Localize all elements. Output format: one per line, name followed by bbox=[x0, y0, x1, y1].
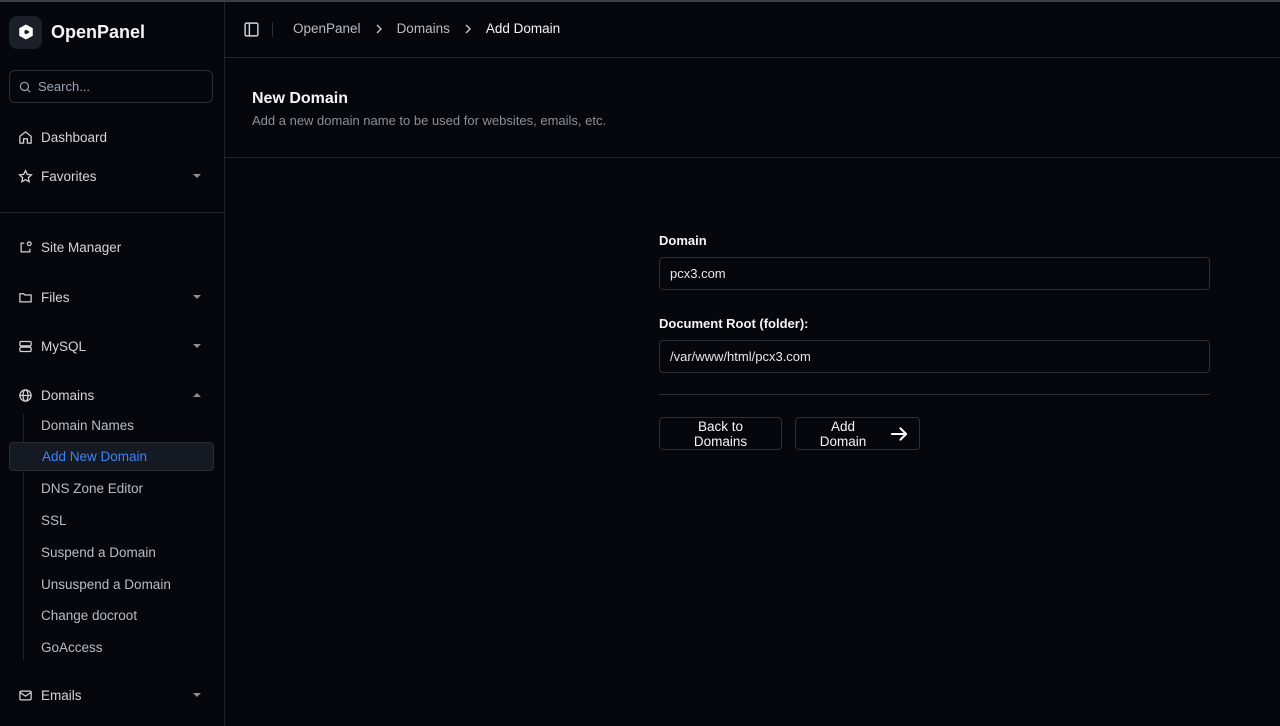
page-header: New Domain Add a new domain name to be u… bbox=[225, 58, 1280, 158]
sidebar-item-emails[interactable]: Emails bbox=[9, 680, 213, 710]
sidebar-subitem-suspend-domain[interactable]: Suspend a Domain bbox=[9, 538, 214, 567]
sidebar-item-label: Dashboard bbox=[41, 129, 108, 145]
sidebar-item-label: Site Manager bbox=[41, 239, 122, 255]
breadcrumb-openpanel[interactable]: OpenPanel bbox=[293, 21, 361, 36]
breadcrumb-domains[interactable]: Domains bbox=[397, 21, 450, 36]
caret-down-icon bbox=[193, 295, 201, 299]
sidebar-item-domains[interactable]: Domains bbox=[9, 380, 213, 410]
page-subtitle: Add a new domain name to be used for web… bbox=[252, 113, 607, 128]
domain-input[interactable] bbox=[670, 266, 1190, 281]
caret-down-icon bbox=[193, 693, 201, 697]
sidebar-subitem-add-new-domain[interactable]: Add New Domain bbox=[9, 442, 214, 471]
mail-icon bbox=[17, 687, 33, 703]
sidebar-item-label: Domains bbox=[41, 387, 95, 403]
sidebar-item-site-manager[interactable]: Site Manager bbox=[9, 232, 213, 262]
sidebar-item-dashboard[interactable]: Dashboard bbox=[9, 122, 213, 152]
sidebar-item-label: Emails bbox=[41, 687, 82, 703]
arrow-right-icon bbox=[890, 426, 908, 441]
search-box[interactable] bbox=[9, 70, 213, 103]
domain-label: Domain bbox=[659, 233, 707, 248]
back-to-domains-label: Back to Domains bbox=[693, 418, 748, 449]
domain-field[interactable] bbox=[659, 257, 1210, 290]
sidebar: OpenPanel Dashboard Favorites Site Manag… bbox=[0, 2, 225, 726]
caret-up-icon bbox=[193, 393, 201, 397]
star-icon bbox=[17, 168, 33, 184]
back-to-domains-button[interactable]: Back to Domains bbox=[659, 417, 782, 450]
breadcrumb: OpenPanel Domains Add Domain bbox=[293, 21, 560, 36]
page-title: New Domain bbox=[252, 90, 349, 107]
top-bar: OpenPanel Domains Add Domain bbox=[225, 2, 1280, 58]
openpanel-logo-icon bbox=[9, 15, 42, 49]
docroot-input[interactable] bbox=[670, 349, 1190, 364]
sidebar-item-mysql[interactable]: MySQL bbox=[9, 331, 213, 361]
form-divider bbox=[659, 394, 1210, 395]
sidebar-toggle-icon[interactable] bbox=[243, 21, 260, 38]
search-input[interactable] bbox=[38, 79, 198, 94]
topbar-separator bbox=[272, 22, 273, 37]
sidebar-item-files[interactable]: Files bbox=[9, 282, 213, 312]
app-name: OpenPanel bbox=[51, 21, 146, 42]
caret-down-icon bbox=[193, 174, 201, 178]
add-domain-label: Add Domain bbox=[819, 418, 867, 449]
sidebar-divider bbox=[0, 212, 224, 213]
chevron-right-icon bbox=[465, 23, 471, 34]
sidebar-subitem-goaccess[interactable]: GoAccess bbox=[9, 633, 214, 662]
docroot-field[interactable] bbox=[659, 340, 1210, 373]
chevron-right-icon bbox=[376, 23, 382, 34]
breadcrumb-add-domain: Add Domain bbox=[485, 21, 561, 36]
sidebar-item-label: Files bbox=[41, 289, 70, 305]
sidebar-subitem-ssl[interactable]: SSL bbox=[9, 506, 214, 535]
sidebar-subitem-unsuspend-domain[interactable]: Unsuspend a Domain bbox=[9, 570, 214, 599]
search-icon bbox=[19, 81, 31, 93]
sidebar-subitem-domain-names[interactable]: Domain Names bbox=[9, 411, 214, 440]
sidebar-subitem-change-docroot[interactable]: Change docroot bbox=[9, 601, 214, 630]
caret-down-icon bbox=[193, 344, 201, 348]
sidebar-item-label: MySQL bbox=[41, 338, 87, 354]
external-square-icon bbox=[17, 239, 33, 255]
sidebar-subitem-dns-zone-editor[interactable]: DNS Zone Editor bbox=[9, 474, 214, 503]
home-icon bbox=[17, 129, 33, 145]
globe-icon bbox=[17, 387, 33, 403]
brand[interactable]: OpenPanel bbox=[9, 15, 145, 49]
folder-icon bbox=[17, 289, 33, 305]
sidebar-item-label: Favorites bbox=[41, 168, 97, 184]
add-domain-button[interactable]: Add Domain bbox=[795, 417, 920, 450]
docroot-label: Document Root (folder): bbox=[659, 316, 809, 331]
database-server-icon bbox=[17, 338, 33, 354]
sidebar-item-favorites[interactable]: Favorites bbox=[9, 161, 213, 191]
